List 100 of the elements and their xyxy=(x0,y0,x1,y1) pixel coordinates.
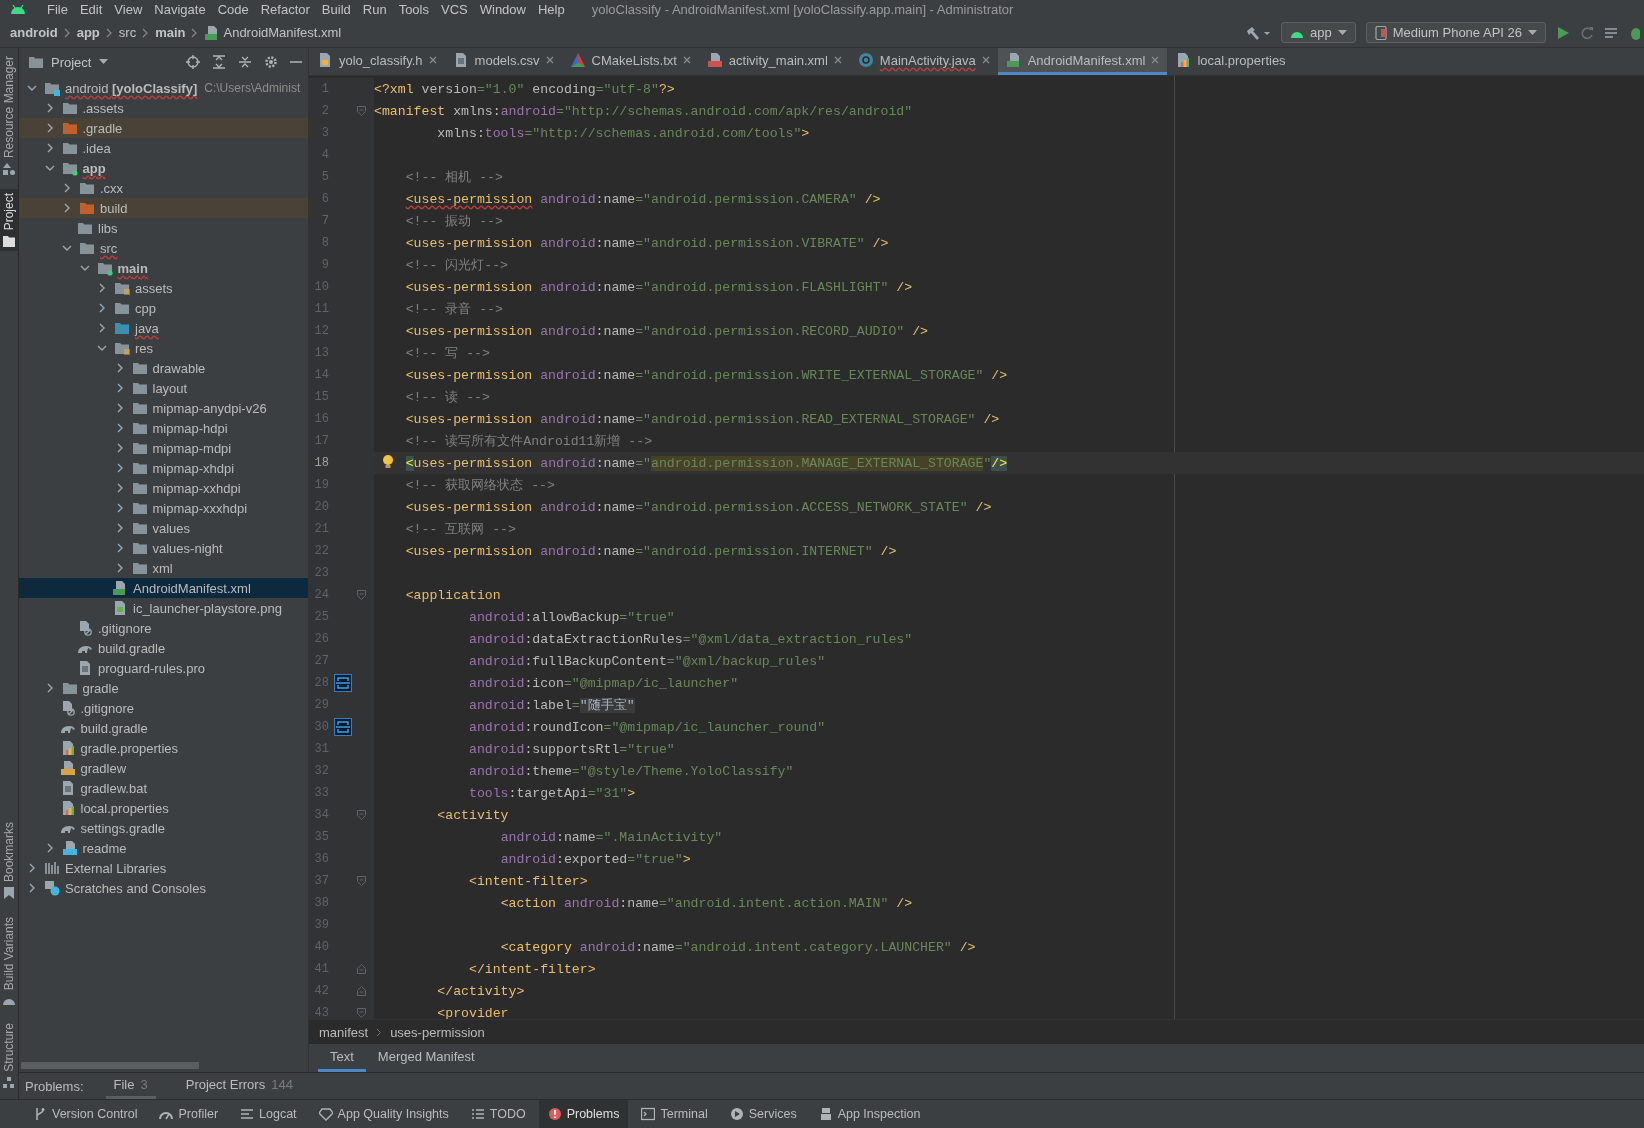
tool-window-button[interactable]: Problems xyxy=(538,1100,629,1128)
settings-icon[interactable] xyxy=(264,55,278,69)
editor-tab[interactable]: models.csv xyxy=(444,48,562,75)
tree-item[interactable]: values xyxy=(19,518,308,538)
close-icon[interactable] xyxy=(682,56,691,64)
locate-icon[interactable] xyxy=(186,55,200,69)
run-config-dropdown[interactable]: app xyxy=(1280,22,1356,43)
tool-window-button[interactable]: Profiler xyxy=(150,1100,228,1128)
tree-item[interactable]: mipmap-xxhdpi xyxy=(19,478,308,498)
image-preview-icon[interactable] xyxy=(334,674,352,692)
lightbulb-icon[interactable] xyxy=(382,455,394,469)
tree-item[interactable]: gradlew.bat xyxy=(19,778,308,798)
editor-tab[interactable]: CMakeLists.txt xyxy=(561,48,699,75)
tree-item[interactable]: main xyxy=(19,258,308,278)
tree-item[interactable]: .idea xyxy=(19,138,308,158)
tree-item[interactable]: local.properties xyxy=(19,798,308,818)
fold-marker-icon[interactable] xyxy=(357,876,366,886)
breadcrumb[interactable]: main xyxy=(155,25,186,40)
breadcrumb[interactable]: app xyxy=(76,25,100,40)
menu-item[interactable]: VCS xyxy=(436,1,475,17)
menu-item[interactable]: View xyxy=(109,1,150,17)
close-icon[interactable] xyxy=(981,56,990,64)
panel-title-dropdown[interactable]: Project xyxy=(29,54,109,70)
view-tab[interactable]: Merged Manifest xyxy=(365,1044,487,1072)
fold-marker-icon[interactable] xyxy=(357,964,366,974)
image-preview-icon[interactable] xyxy=(334,718,352,736)
menu-item[interactable]: Tools xyxy=(393,1,436,17)
tree-item[interactable]: proguard-rules.pro xyxy=(19,658,308,678)
tree-item[interactable]: assets xyxy=(19,278,308,298)
tree-item[interactable]: mipmap-mdpi xyxy=(19,438,308,458)
tree-item[interactable]: cpp xyxy=(19,298,308,318)
menu-item[interactable]: Navigate xyxy=(149,1,213,17)
tree-item[interactable]: ic_launcher-playstore.png xyxy=(19,598,308,618)
tree-item[interactable]: Scratches and Consoles xyxy=(19,878,308,898)
tree-item[interactable]: settings.gradle xyxy=(19,818,308,838)
tree-item[interactable]: .cxx xyxy=(19,178,308,198)
tree-item[interactable]: java xyxy=(19,318,308,338)
expand-all-icon[interactable] xyxy=(212,55,226,69)
tool-window-tab[interactable]: Project xyxy=(0,189,18,252)
menu-item[interactable]: Run xyxy=(357,1,394,17)
tool-window-tab[interactable]: Build Variants xyxy=(0,913,18,1010)
breadcrumb[interactable]: AndroidManifest.xml xyxy=(204,24,342,41)
editor-tab[interactable]: AndroidManifest.xml xyxy=(997,48,1168,75)
tree-item[interactable]: mipmap-xhdpi xyxy=(19,458,308,478)
collapse-all-icon[interactable] xyxy=(238,55,252,69)
tree-item[interactable]: readme xyxy=(19,838,308,858)
tool-window-button[interactable]: TODO xyxy=(461,1100,535,1128)
tree-item[interactable]: xml xyxy=(19,558,308,578)
menu-item[interactable]: Build xyxy=(316,1,358,17)
editor-tab[interactable]: MainActivity.java xyxy=(849,48,998,75)
tree-item[interactable]: app xyxy=(19,158,308,178)
close-icon[interactable] xyxy=(428,56,437,64)
tree-item[interactable]: layout xyxy=(19,378,308,398)
tree-item[interactable]: .gradle xyxy=(19,118,308,138)
editor-tab[interactable]: local.properties xyxy=(1167,48,1294,75)
tool-window-tab[interactable]: Resource Manager xyxy=(0,52,18,180)
tree-item[interactable]: .gitignore xyxy=(19,698,308,718)
tool-window-button[interactable]: Services xyxy=(720,1100,806,1128)
tree-item[interactable]: gradle xyxy=(19,678,308,698)
tool-window-tab[interactable]: Structure xyxy=(0,1019,18,1093)
tree-item[interactable]: res xyxy=(19,338,308,358)
tool-window-button[interactable]: Version Control xyxy=(24,1100,147,1128)
tool-window-button[interactable]: Terminal xyxy=(632,1100,717,1128)
tree-item[interactable]: build.gradle xyxy=(19,718,308,738)
tree-item[interactable]: src xyxy=(19,238,308,258)
close-icon[interactable] xyxy=(545,56,554,64)
menu-item[interactable]: Refactor xyxy=(255,1,317,17)
tree-item[interactable]: mipmap-anydpi-v26 xyxy=(19,398,308,418)
menu-item[interactable]: Code xyxy=(212,1,256,17)
fold-marker-icon[interactable] xyxy=(357,106,366,116)
close-icon[interactable] xyxy=(833,56,842,64)
breadcrumb[interactable]: src xyxy=(118,25,137,40)
fold-marker-icon[interactable] xyxy=(357,986,366,996)
run-icon[interactable] xyxy=(1556,25,1570,40)
tree-item[interactable]: libs xyxy=(19,218,308,238)
tool-window-tab[interactable]: Bookmarks xyxy=(0,818,18,904)
tree-item[interactable]: android [yoloClassify] C:\Users\Administ xyxy=(19,78,308,98)
problems-tab[interactable]: Project Errors 144 xyxy=(177,1073,301,1099)
tool-window-button[interactable]: App Quality Insights xyxy=(309,1100,458,1128)
list-icon[interactable] xyxy=(1604,25,1618,40)
tree-item[interactable]: External Libraries xyxy=(19,858,308,878)
menu-item[interactable]: Window xyxy=(474,1,533,17)
problems-tab[interactable]: File 3 xyxy=(105,1073,156,1099)
fold-marker-icon[interactable] xyxy=(357,590,366,600)
breadcrumb[interactable]: uses-permission xyxy=(390,1024,485,1040)
editor-tab[interactable]: yolo_classify.h xyxy=(309,48,445,75)
close-icon[interactable] xyxy=(1151,56,1160,64)
editor-tab[interactable]: activity_main.xml xyxy=(698,48,850,75)
breadcrumb[interactable]: manifest xyxy=(319,1024,369,1040)
tree-item[interactable]: .assets xyxy=(19,98,308,118)
scrollbar-thumb[interactable] xyxy=(21,1061,199,1069)
tree-item[interactable]: build xyxy=(19,198,308,218)
hammer-icon[interactable] xyxy=(1244,24,1271,41)
fold-marker-icon[interactable] xyxy=(357,1008,366,1018)
tree-item[interactable]: drawable xyxy=(19,358,308,378)
tree-item[interactable]: mipmap-xxxhdpi xyxy=(19,498,308,518)
tree-item[interactable]: gradlew xyxy=(19,758,308,778)
menu-item[interactable]: Help xyxy=(532,1,572,17)
tree-item[interactable]: gradle.properties xyxy=(19,738,308,758)
tree-item[interactable]: AndroidManifest.xml xyxy=(19,578,308,598)
